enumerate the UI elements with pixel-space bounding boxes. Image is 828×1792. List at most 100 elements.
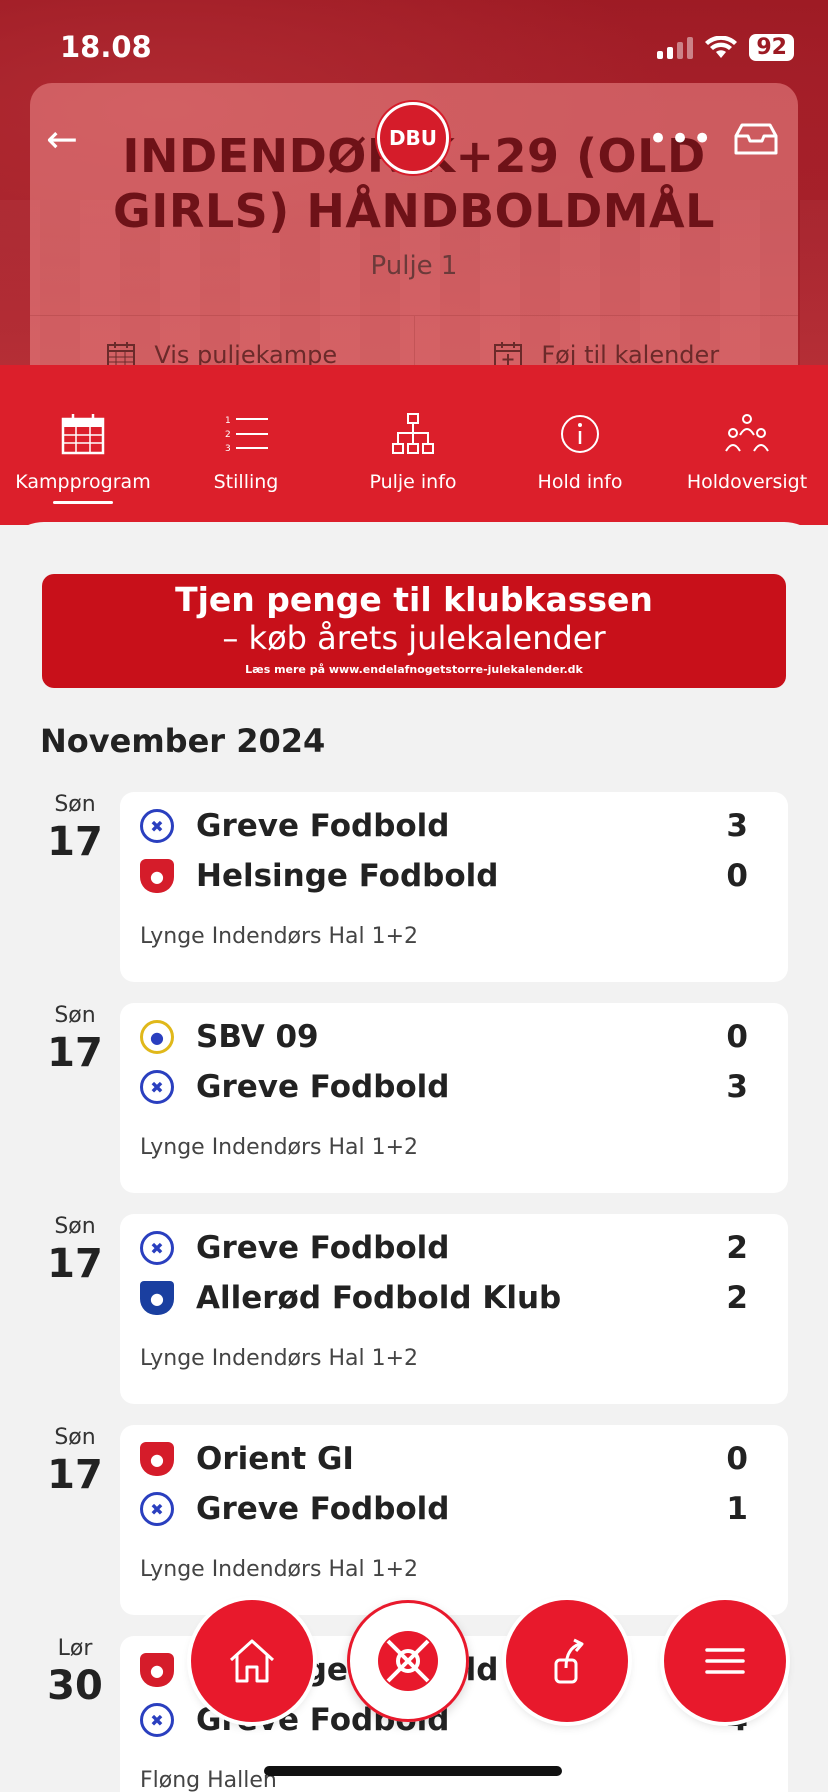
matches-button[interactable] xyxy=(347,1600,469,1722)
home-team-name: SBV 09 xyxy=(196,1019,319,1055)
status-time: 18.08 xyxy=(60,30,152,64)
match-date: Lør 30 xyxy=(40,1636,110,1709)
home-team-name: Greve Fodbold xyxy=(196,808,450,844)
svg-text:1: 1 xyxy=(225,416,231,426)
match-day: 17 xyxy=(47,1030,103,1076)
match-card[interactable]: ✖ Greve Fodbold 2 ● Allerød Fodbold Klub… xyxy=(120,1214,788,1404)
match-venue: Lynge Indendørs Hal 1+2 xyxy=(140,924,419,949)
team-crest-icon: ✖ xyxy=(140,1070,174,1104)
tab-stilling[interactable]: 1 2 3 Stilling xyxy=(163,413,329,493)
away-team: ✖ Greve Fodbold 3 xyxy=(140,1067,748,1107)
banner-subline: – køb årets julekalender xyxy=(222,619,606,657)
team-crest-icon: ✖ xyxy=(140,1231,174,1265)
home-icon xyxy=(229,1639,275,1683)
tab-holdoversigt[interactable]: Holdoversigt xyxy=(664,413,828,493)
match-weekday: Søn xyxy=(54,1214,96,1239)
title-line-2: GIRLS) HÅNDBOLDMÅL xyxy=(113,184,715,239)
team-crest-icon: ✖ xyxy=(140,809,174,843)
away-score: 0 xyxy=(726,858,748,894)
match-weekday: Søn xyxy=(54,792,96,817)
wifi-icon xyxy=(705,35,738,58)
team-crest-icon: ● xyxy=(140,1020,174,1054)
team-crest-icon: ● xyxy=(140,859,174,893)
home-indicator[interactable] xyxy=(264,1766,562,1776)
match-venue: Lynge Indendørs Hal 1+2 xyxy=(140,1135,419,1160)
banner-link-text: Læs mere på www.endelafnogetstorre-julek… xyxy=(245,663,583,676)
more-options-icon[interactable]: ••• xyxy=(648,122,714,156)
match-venue: Lynge Indendørs Hal 1+2 xyxy=(140,1346,419,1371)
match-venue: Fløng Hallen xyxy=(140,1768,277,1792)
home-team: ✖ Greve Fodbold 2 xyxy=(140,1228,748,1268)
match-card[interactable]: ✖ Greve Fodbold 3 ● Helsinge Fodbold 0 L… xyxy=(120,792,788,982)
away-team-name: Allerød Fodbold Klub xyxy=(196,1280,562,1316)
ordered-list-icon: 1 2 3 xyxy=(225,416,268,454)
menu-icon xyxy=(705,1648,745,1674)
match-date: Søn 17 xyxy=(40,1425,110,1498)
away-score: 3 xyxy=(726,1069,748,1105)
inbox-icon[interactable] xyxy=(732,122,780,156)
team-crest-icon: ✖ xyxy=(140,1703,174,1737)
tab-stilling-label: Stilling xyxy=(213,471,279,493)
home-button[interactable] xyxy=(191,1600,313,1722)
tab-kampprogram-label: Kampprogram xyxy=(15,471,151,493)
tab-hold-info-label: Hold info xyxy=(537,471,623,493)
home-team-name: Greve Fodbold xyxy=(196,1230,450,1266)
month-heading: November 2024 xyxy=(40,722,326,760)
svg-text:3: 3 xyxy=(225,444,231,454)
tab-holdoversigt-label: Holdoversigt xyxy=(686,471,808,493)
match-day: 17 xyxy=(47,819,103,865)
ball-icon xyxy=(378,1631,438,1691)
match-row: Søn 17 ● Orient GI 0 ✖ Greve Fodbold 1 L… xyxy=(0,1425,828,1615)
match-day: 17 xyxy=(47,1241,103,1287)
active-tab-indicator xyxy=(53,501,113,504)
page-subtitle: Pulje 1 xyxy=(370,251,458,281)
away-team: ✖ Greve Fodbold 1 xyxy=(140,1489,748,1529)
match-card[interactable]: ● Orient GI 0 ✖ Greve Fodbold 1 Lynge In… xyxy=(120,1425,788,1615)
match-date: Søn 17 xyxy=(40,1214,110,1287)
away-team-name: Helsinge Fodbold xyxy=(196,858,499,894)
match-weekday: Lør xyxy=(57,1636,93,1661)
match-date: Søn 17 xyxy=(40,1003,110,1076)
info-icon xyxy=(561,415,599,453)
team-crest-icon: ● xyxy=(140,1653,174,1687)
hierarchy-icon xyxy=(392,413,434,454)
status-icons: 92 xyxy=(657,34,794,61)
tab-pulje-info[interactable]: Pulje info xyxy=(330,413,496,493)
menu-button[interactable] xyxy=(664,1600,786,1722)
away-team: ● Allerød Fodbold Klub 2 xyxy=(140,1278,748,1318)
banner-headline: Tjen penge til klubkassen xyxy=(175,580,653,619)
tab-bar: Kampprogram 1 2 3 Stilling Pulje info Ho xyxy=(0,365,828,525)
svg-text:2: 2 xyxy=(225,430,231,440)
home-team-name: Orient GI xyxy=(196,1441,354,1477)
match-row: Søn 17 ✖ Greve Fodbold 3 ● Helsinge Fodb… xyxy=(0,792,828,982)
team-crest-icon: ✖ xyxy=(140,1492,174,1526)
signal-icon xyxy=(657,36,694,59)
match-weekday: Søn xyxy=(54,1003,96,1028)
share-icon xyxy=(554,1638,584,1684)
match-row: Søn 17 ● SBV 09 0 ✖ Greve Fodbold 3 Lyng… xyxy=(0,1003,828,1193)
share-button[interactable] xyxy=(506,1600,628,1722)
home-team: ● SBV 09 0 xyxy=(140,1017,748,1057)
back-arrow-icon[interactable]: ← xyxy=(46,120,78,158)
match-row: Søn 17 ✖ Greve Fodbold 2 ● Allerød Fodbo… xyxy=(0,1214,828,1404)
home-team: ✖ Greve Fodbold 3 xyxy=(140,806,748,846)
tab-hold-info[interactable]: Hold info xyxy=(497,413,663,493)
home-score: 0 xyxy=(726,1441,748,1477)
match-weekday: Søn xyxy=(54,1425,96,1450)
away-team-name: Greve Fodbold xyxy=(196,1069,450,1105)
away-score: 1 xyxy=(726,1491,748,1527)
home-score: 3 xyxy=(726,808,748,844)
match-day: 17 xyxy=(47,1452,103,1498)
away-score: 2 xyxy=(726,1280,748,1316)
dbu-logo: DBU xyxy=(377,102,449,174)
home-score: 0 xyxy=(726,1019,748,1055)
advertisement-banner[interactable]: Tjen penge til klubkassen – køb årets ju… xyxy=(42,574,786,688)
tab-kampprogram[interactable]: Kampprogram xyxy=(0,413,166,504)
people-icon xyxy=(725,414,769,452)
match-day: 30 xyxy=(47,1663,103,1709)
match-date: Søn 17 xyxy=(40,792,110,865)
match-card[interactable]: ● SBV 09 0 ✖ Greve Fodbold 3 Lynge Inden… xyxy=(120,1003,788,1193)
home-score: 2 xyxy=(726,1230,748,1266)
calendar-icon xyxy=(61,414,105,455)
battery-indicator: 92 xyxy=(749,34,794,61)
